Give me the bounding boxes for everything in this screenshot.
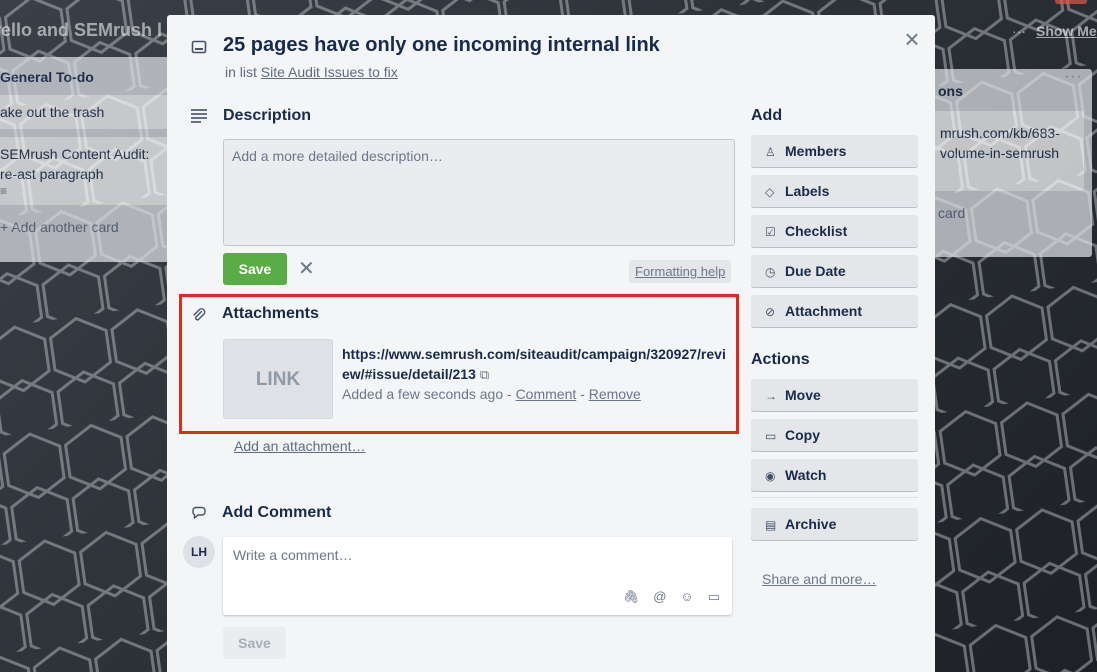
list-card[interactable]: SEMrush Content Audit: re-ast paragraph … xyxy=(0,137,180,205)
add-attachment-link[interactable]: Add an attachment… xyxy=(234,438,366,454)
comment-input[interactable]: Write a comment… 🖇 @ ☺ ▭ xyxy=(223,537,732,615)
list-card[interactable]: mrush.com/kb/683-volume-in-semrush xyxy=(930,111,1084,191)
attachment-button[interactable]: ⊘ Attachment xyxy=(751,295,918,327)
attach-icon[interactable]: 🖇 xyxy=(623,589,640,605)
button-label: Archive xyxy=(785,516,837,532)
list-general-todo: General To-do ake out the trash SEMrush … xyxy=(0,57,180,262)
actions-heading: Actions xyxy=(751,351,810,368)
comment-placeholder: Write a comment… xyxy=(233,547,353,563)
paperclip-icon: ⊘ xyxy=(765,305,776,319)
add-heading: Add xyxy=(751,107,783,124)
clock-icon: ◷ xyxy=(765,265,776,279)
list-right: ons mrush.com/kb/683-volume-in-semrush c… xyxy=(910,69,1092,257)
person-icon: ♙ xyxy=(765,145,776,159)
add-comment-heading: Add Comment xyxy=(222,504,332,521)
external-link-icon: ⧉ xyxy=(479,367,490,382)
add-card-button[interactable]: + Add another card xyxy=(0,205,180,235)
attachment-added-time: Added a few seconds ago - xyxy=(342,386,512,402)
button-label: Watch xyxy=(785,467,827,483)
card-list-info: in list Site Audit Issues to fix xyxy=(225,64,398,80)
arrow-right-icon: → xyxy=(765,389,777,403)
save-comment-button[interactable]: Save xyxy=(223,627,286,659)
board-title[interactable]: rello and SEMrush l xyxy=(0,20,162,41)
card-detail-modal: × 25 pages have only one incoming intern… xyxy=(167,15,935,672)
save-description-button[interactable]: Save xyxy=(223,253,287,285)
attachment-comment-link[interactable]: Comment xyxy=(516,386,577,402)
more-dots-icon: ··· xyxy=(1012,23,1026,39)
card-link-icon[interactable]: ▭ xyxy=(708,589,720,605)
formatting-help-link[interactable]: Formatting help xyxy=(629,260,732,283)
notification-badge xyxy=(1055,0,1087,4)
in-list-prefix: in list xyxy=(225,64,257,80)
list-name-link[interactable]: Site Audit Issues to fix xyxy=(261,64,398,80)
button-label: Due Date xyxy=(785,263,846,279)
share-and-more-link[interactable]: Share and more… xyxy=(762,571,876,587)
list-title[interactable]: General To-do xyxy=(0,57,180,85)
tag-icon: ◇ xyxy=(765,185,775,199)
list-card[interactable]: ake out the trash xyxy=(0,95,180,129)
watch-button[interactable]: ◉ Watch xyxy=(751,459,918,491)
due-date-button[interactable]: ◷ Due Date xyxy=(751,255,918,287)
button-label: Labels xyxy=(785,183,830,199)
button-label: Move xyxy=(785,387,821,403)
attachment-url: https://www.semrush.com/siteaudit/campai… xyxy=(342,346,726,382)
button-label: Attachment xyxy=(785,303,863,319)
show-menu-label: Show Me xyxy=(1036,23,1097,39)
checkbox-icon: ☑ xyxy=(765,225,776,239)
attachment-separator: - xyxy=(580,386,585,402)
attachments-heading: Attachments xyxy=(222,305,319,322)
move-button[interactable]: → Move xyxy=(751,379,918,411)
show-menu-button[interactable]: ··· Show Me xyxy=(1012,23,1097,39)
button-label: Copy xyxy=(785,427,820,443)
attachment-meta: Added a few seconds ago - Comment - Remo… xyxy=(342,386,641,402)
attachment-remove-link[interactable]: Remove xyxy=(589,386,641,402)
card-icon xyxy=(191,39,207,59)
description-placeholder: Add a more detailed description… xyxy=(232,148,443,164)
sidebar-divider xyxy=(751,497,918,498)
labels-button[interactable]: ◇ Labels xyxy=(751,175,918,207)
attachment-link[interactable]: https://www.semrush.com/siteaudit/campai… xyxy=(342,344,727,385)
description-heading: Description xyxy=(223,107,312,124)
description-indicator-icon: ≡ xyxy=(0,184,8,198)
description-input[interactable]: Add a more detailed description… xyxy=(223,139,735,246)
card-icon: ▭ xyxy=(765,429,777,443)
copy-button[interactable]: ▭ Copy xyxy=(751,419,918,451)
button-label: Checklist xyxy=(785,223,848,239)
members-button[interactable]: ♙ Members xyxy=(751,135,918,167)
description-icon xyxy=(190,108,208,128)
emoji-icon[interactable]: ☺ xyxy=(680,589,693,605)
archive-button[interactable]: ▤ Archive xyxy=(751,508,918,540)
list-card-title: SEMrush Content Audit: re-ast paragraph xyxy=(0,146,150,182)
cancel-description-icon[interactable]: ✕ xyxy=(298,259,315,279)
comment-toolbar: 🖇 @ ☺ ▭ xyxy=(623,589,720,605)
checklist-button[interactable]: ☑ Checklist xyxy=(751,215,918,247)
comment-bubble-icon xyxy=(191,506,207,526)
avatar[interactable]: LH xyxy=(183,536,215,568)
archive-icon: ▤ xyxy=(765,518,777,532)
attachment-thumbnail[interactable]: LINK xyxy=(223,339,333,419)
close-icon[interactable]: × xyxy=(900,26,924,52)
add-card-button[interactable]: card xyxy=(910,191,1092,221)
button-label: Members xyxy=(785,143,847,159)
paperclip-icon xyxy=(191,307,207,327)
mention-icon[interactable]: @ xyxy=(653,589,666,605)
eye-icon: ◉ xyxy=(765,469,776,483)
list-menu-icon[interactable]: ··· xyxy=(1064,68,1083,86)
card-title[interactable]: 25 pages have only one incoming internal… xyxy=(223,34,660,57)
